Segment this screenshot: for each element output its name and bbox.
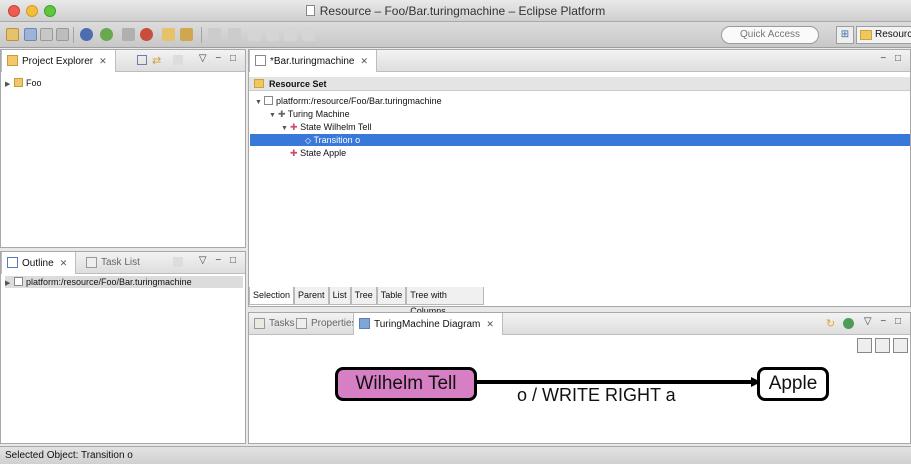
transition-label: o / WRITE RIGHT a [517,385,676,405]
state-node-wilhelm-tell[interactable]: Wilhelm Tell [335,367,477,401]
status-bar: Selected Object: Transition o [0,446,911,464]
status-text: Selected Object: Transition o [5,450,133,461]
state-node-apple[interactable]: Apple [757,367,829,401]
